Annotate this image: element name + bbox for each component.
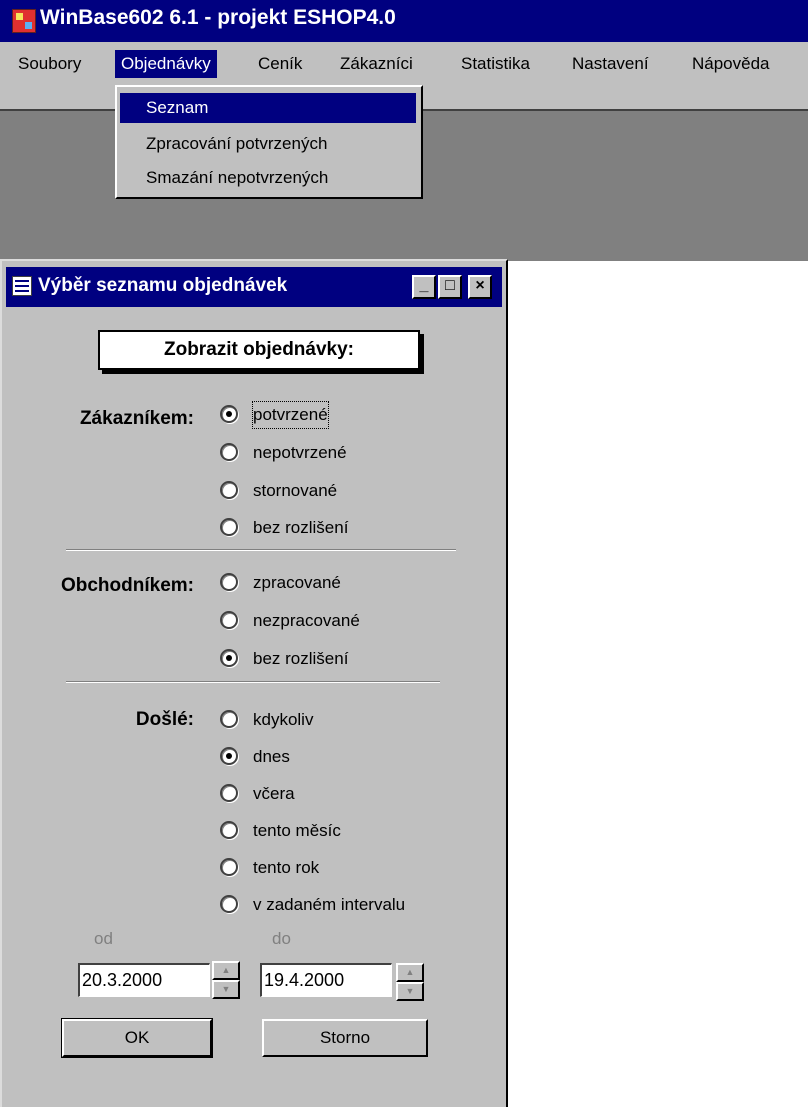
- divider: [66, 681, 440, 683]
- radio-label: nezpracované: [253, 611, 360, 630]
- radio-label: dnes: [253, 747, 290, 766]
- objednavky-dropdown-menu: Seznam Zpracování potvrzených Smazání ne…: [115, 85, 423, 199]
- radio-label: potvrzené: [252, 401, 329, 429]
- radio-circle[interactable]: [220, 481, 238, 499]
- group-label-obchodnikem: Obchodníkem:: [60, 575, 194, 596]
- radio-circle[interactable]: [220, 895, 238, 913]
- radio-label: bez rozlišení: [253, 649, 349, 668]
- menu-zakaznici[interactable]: Zákazníci: [334, 50, 419, 78]
- menu-objednavky[interactable]: Objednávky: [115, 50, 217, 78]
- radio-label: v zadaném intervalu: [253, 895, 406, 914]
- dialog-title: Výběr seznamu objednávek: [38, 275, 288, 296]
- maximize-button[interactable]: □: [438, 275, 462, 299]
- radio-label: stornované: [253, 481, 338, 500]
- radio-label: zpracované: [253, 573, 341, 592]
- order-list-dialog: Výběr seznamu objednávek _ □ × Zobrazit …: [0, 259, 508, 1107]
- radio-label: tento rok: [253, 858, 320, 877]
- menu-cenik[interactable]: Ceník: [252, 50, 308, 78]
- dialog-list-icon[interactable]: [12, 276, 32, 296]
- radio-circle[interactable]: [220, 649, 238, 667]
- date-to-spinner: ▲ ▼: [396, 963, 424, 1001]
- menubar: Soubory Objednávky Ceník Zákazníci Stati…: [0, 42, 808, 85]
- radio-label: bez rozlišení: [253, 518, 349, 537]
- radio-circle[interactable]: [220, 443, 238, 461]
- radio-circle[interactable]: [220, 611, 238, 629]
- menu-napoveda[interactable]: Nápověda: [686, 50, 776, 78]
- app-titlebar: WinBase602 6.1 - projekt ESHOP4.0: [0, 0, 808, 42]
- menu-item-smazani-nepotvrzenych[interactable]: Smazání nepotvrzených: [120, 163, 416, 193]
- radio-circle[interactable]: [220, 747, 238, 765]
- radio-circle[interactable]: [220, 573, 238, 591]
- close-button[interactable]: ×: [468, 275, 492, 299]
- radio-circle[interactable]: [220, 405, 238, 423]
- app-icon[interactable]: [12, 9, 36, 33]
- app-title: WinBase602 6.1 - projekt ESHOP4.0: [40, 6, 396, 29]
- dialog-heading: Zobrazit objednávky:: [98, 330, 420, 370]
- storno-button[interactable]: Storno: [262, 1019, 428, 1057]
- spin-up-button[interactable]: ▲: [212, 961, 240, 980]
- spin-up-button[interactable]: ▲: [396, 963, 424, 982]
- ok-button[interactable]: OK: [61, 1018, 213, 1058]
- menu-statistika[interactable]: Statistika: [455, 50, 536, 78]
- divider: [66, 549, 456, 551]
- radio-circle[interactable]: [220, 821, 238, 839]
- spin-down-button[interactable]: ▼: [396, 982, 424, 1001]
- radio-circle[interactable]: [220, 710, 238, 728]
- radio-label: tento měsíc: [253, 821, 341, 840]
- radio-circle[interactable]: [220, 518, 238, 536]
- menu-nastaveni[interactable]: Nastavení: [566, 50, 655, 78]
- date-from-label: od: [94, 929, 113, 948]
- dialog-titlebar: Výběr seznamu objednávek _ □ ×: [6, 267, 502, 307]
- date-from-spinner: ▲ ▼: [212, 961, 240, 999]
- radio-label: nepotvrzené: [253, 443, 347, 462]
- date-to-label: do: [272, 929, 291, 948]
- menu-item-zpracovani-potvrzenych[interactable]: Zpracování potvrzených: [120, 129, 416, 159]
- menu-item-seznam[interactable]: Seznam: [120, 93, 416, 123]
- date-from-input[interactable]: 20.3.2000: [78, 963, 210, 997]
- menu-soubory[interactable]: Soubory: [12, 50, 87, 78]
- radio-label: kdykoliv: [253, 710, 314, 729]
- radio-circle[interactable]: [220, 858, 238, 876]
- spin-down-button[interactable]: ▼: [212, 980, 240, 999]
- radio-circle[interactable]: [220, 784, 238, 802]
- group-label-zakaznikem: Zákazníkem:: [79, 408, 194, 429]
- group-label-dosle: Došlé:: [135, 709, 194, 730]
- minimize-button[interactable]: _: [412, 275, 436, 299]
- date-to-input[interactable]: 19.4.2000: [260, 963, 392, 997]
- radio-label: včera: [253, 784, 295, 803]
